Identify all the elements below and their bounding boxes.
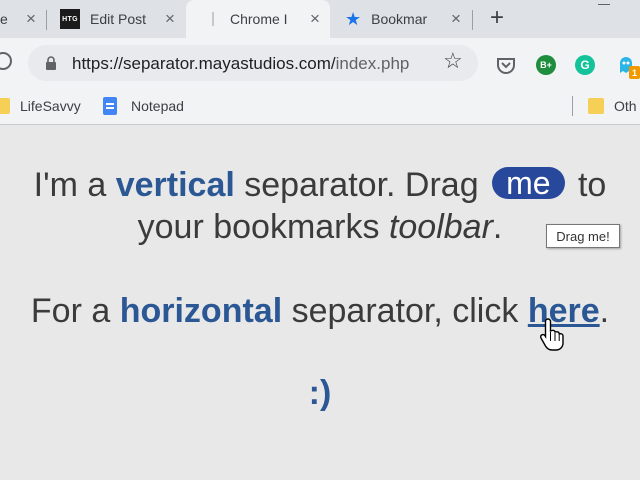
hand-pointer-cursor-icon <box>539 318 564 351</box>
bookmarks-bar: LifeSavvy Notepad Oth <box>0 88 640 125</box>
smiley-text: :) <box>308 374 332 412</box>
page-content: I'm a vertical separator. Drag me to you… <box>0 126 640 480</box>
text-segment: I'm a <box>33 166 116 204</box>
bookmark-other[interactable]: Oth <box>588 88 637 124</box>
grammarly-icon[interactable]: G <box>575 55 595 75</box>
browser-toolbar: https://separator.mayastudios.com/index.… <box>0 38 640 88</box>
close-icon[interactable]: × <box>308 10 322 27</box>
tab-title: e <box>0 11 8 27</box>
url-text: https://separator.mayastudios.com/index.… <box>72 54 409 74</box>
tab-divider <box>472 10 473 30</box>
text-segment: to <box>568 166 607 204</box>
close-icon[interactable]: × <box>449 10 463 27</box>
extension-badge: 1 <box>629 66 640 79</box>
folder-icon <box>0 98 10 114</box>
bookmark-lifesavvy[interactable]: LifeSavvy <box>0 88 81 124</box>
drag-me-button[interactable]: me <box>492 167 565 199</box>
drag-tooltip: Drag me! <box>546 224 620 248</box>
tab-partial[interactable]: e × <box>0 0 46 38</box>
text-segment: . <box>492 208 503 246</box>
text-segment: . <box>599 292 610 330</box>
reload-icon[interactable] <box>0 52 12 70</box>
document-icon <box>103 97 117 115</box>
pocket-icon[interactable] <box>496 55 516 75</box>
htg-logo-icon: HTG <box>60 9 80 29</box>
address-bar[interactable]: https://separator.mayastudios.com/index.… <box>28 45 478 81</box>
folder-icon <box>588 98 604 114</box>
text-segment: your bookmarks <box>137 208 389 246</box>
tab-title: Bookmar <box>371 11 428 27</box>
bookmark-star-icon[interactable]: ☆ <box>443 50 463 72</box>
line-1: I'm a vertical separator. Drag me to <box>0 164 640 206</box>
toolbar-italic: toolbar <box>388 208 493 246</box>
close-icon[interactable]: × <box>24 10 38 27</box>
text-segment: separator, click <box>282 292 528 330</box>
tab-bookmarks[interactable]: ★ Bookmar × <box>331 0 471 38</box>
url-path: index.php <box>335 54 410 73</box>
close-icon[interactable]: × <box>163 10 177 27</box>
tab-title: Edit Post <box>90 11 147 27</box>
vertical-keyword: vertical <box>115 166 235 204</box>
tab-edit-post[interactable]: HTG Edit Post × <box>47 0 185 38</box>
bookmark-divider <box>572 96 573 116</box>
new-tab-button[interactable]: + <box>486 6 508 30</box>
lock-icon[interactable] <box>44 56 58 70</box>
text-segment: For a <box>30 292 120 330</box>
vertical-separator-paragraph: I'm a vertical separator. Drag me to you… <box>0 164 640 248</box>
bookmark-label: LifeSavvy <box>20 98 81 114</box>
bplus-icon[interactable]: B+ <box>536 55 556 75</box>
tab-chrome[interactable]: Chrome I × <box>186 0 330 38</box>
text-segment: separator. Drag <box>234 166 489 204</box>
bookmark-label: Notepad <box>131 98 184 114</box>
line-2: your bookmarks toolbar. <box>0 206 640 248</box>
blank-page-icon <box>212 12 214 26</box>
bookmark-notepad[interactable]: Notepad <box>103 88 184 124</box>
tab-strip: e × HTG Edit Post × Chrome I × ★ Bookmar… <box>0 0 640 38</box>
horizontal-keyword: horizontal <box>119 292 283 330</box>
tab-title: Chrome I <box>230 11 288 27</box>
url-main: https://separator.mayastudios.com/ <box>72 54 336 73</box>
star-icon: ★ <box>345 9 362 29</box>
minimize-icon[interactable] <box>596 0 614 8</box>
bookmark-label: Oth <box>614 98 637 114</box>
